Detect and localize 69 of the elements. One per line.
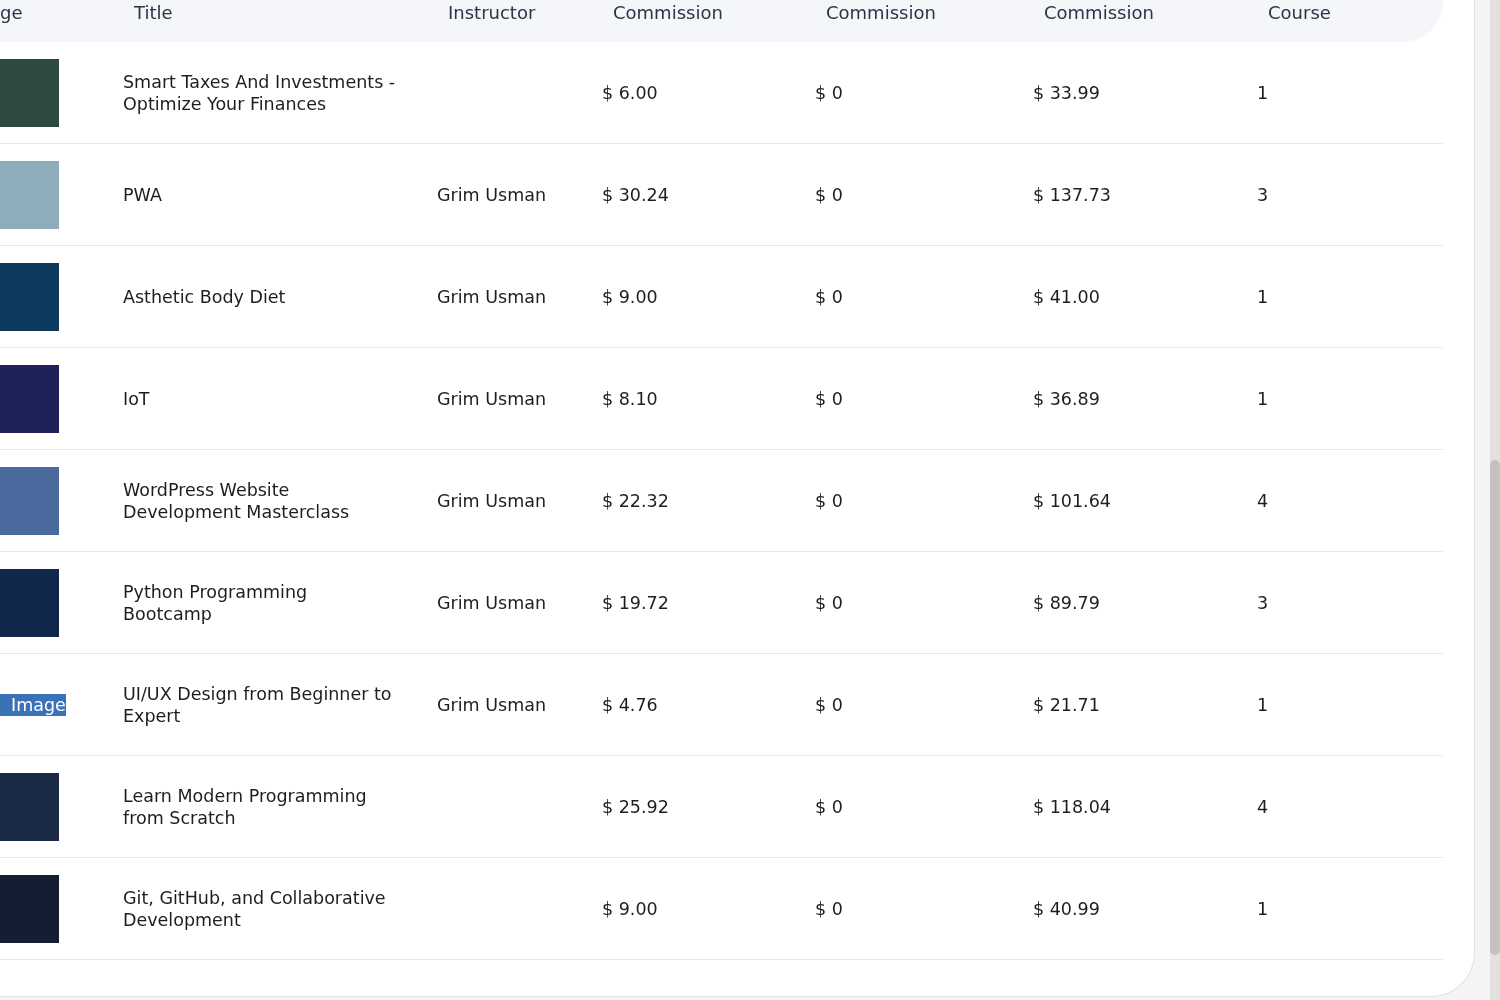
scrollbar-thumb[interactable] bbox=[1490, 460, 1500, 955]
photo-placeholder bbox=[0, 365, 59, 433]
course-title: Asthetic Body Diet bbox=[123, 286, 286, 308]
instructor-name: Grim Usman bbox=[437, 592, 547, 614]
commission-amount: $ 0 bbox=[815, 82, 843, 104]
photo-placeholder bbox=[0, 773, 59, 841]
instructor-name: Grim Usman bbox=[437, 184, 547, 206]
column-header: Title bbox=[134, 2, 173, 23]
instructor-name: Grim Usman bbox=[437, 694, 547, 716]
commission-amount: $ 8.10 bbox=[602, 388, 658, 410]
photo-placeholder bbox=[0, 161, 59, 229]
course-count: 4 bbox=[1257, 490, 1269, 512]
commission-amount: $ 9.00 bbox=[602, 898, 658, 920]
course-count: 1 bbox=[1257, 898, 1269, 920]
commission-amount: $ 21.71 bbox=[1033, 694, 1100, 716]
commission-amount: $ 6.00 bbox=[602, 82, 658, 104]
photo-placeholder bbox=[0, 467, 59, 535]
course-count: 3 bbox=[1257, 184, 1269, 206]
course-title: Python Programming Bootcamp bbox=[123, 581, 309, 625]
commission-amount: $ 118.04 bbox=[1033, 796, 1111, 818]
course-count: 1 bbox=[1257, 694, 1269, 716]
commission-amount: $ 101.64 bbox=[1033, 490, 1111, 512]
commission-amount: $ 137.73 bbox=[1033, 184, 1111, 206]
commission-amount: $ 0 bbox=[815, 796, 843, 818]
commission-amount: $ 22.32 bbox=[602, 490, 669, 512]
commission-amount: $ 4.76 bbox=[602, 694, 658, 716]
course-title: Smart Taxes And Investments - Optimize Your Finances bbox=[123, 71, 397, 115]
photo-placeholder bbox=[0, 59, 59, 127]
column-header: ge bbox=[0, 2, 23, 23]
commission-amount: $ 36.89 bbox=[1033, 388, 1100, 410]
commission-amount: $ 25.92 bbox=[602, 796, 669, 818]
commission-amount: $ 0 bbox=[815, 592, 843, 614]
photo-placeholder bbox=[0, 263, 59, 331]
column-header: Instructor bbox=[448, 2, 536, 23]
course-title: IoT bbox=[123, 388, 150, 410]
course-count: 4 bbox=[1257, 796, 1269, 818]
course-title: Git, GitHub, and Collaborative Development bbox=[123, 887, 387, 931]
commission-amount: $ 89.79 bbox=[1033, 592, 1100, 614]
commission-amount: $ 41.00 bbox=[1033, 286, 1100, 308]
scrollbar-track[interactable] bbox=[1490, 0, 1500, 1000]
commission-amount: $ 30.24 bbox=[602, 184, 669, 206]
course-title: WordPress Website Development Masterclass bbox=[123, 479, 351, 523]
commission-amount: $ 0 bbox=[815, 388, 843, 410]
instructor-name: Grim Usman bbox=[437, 388, 547, 410]
commission-amount: $ 40.99 bbox=[1033, 898, 1100, 920]
column-header: Commission bbox=[613, 2, 723, 23]
column-header: Commission bbox=[826, 2, 936, 23]
course-title: Learn Modern Programming from Scratch bbox=[123, 785, 368, 829]
photo-placeholder bbox=[0, 875, 59, 943]
commission-amount: $ 0 bbox=[815, 898, 843, 920]
instructor-name: Grim Usman bbox=[437, 490, 547, 512]
course-title: UI/UX Design from Beginner to Expert bbox=[123, 683, 393, 727]
image-alt-text: Image bbox=[0, 694, 66, 716]
instructor-name: Grim Usman bbox=[437, 286, 547, 308]
commission-amount: $ 0 bbox=[815, 184, 843, 206]
course-count: 1 bbox=[1257, 82, 1269, 104]
column-header: Commission bbox=[1044, 2, 1154, 23]
commission-amount: $ 19.72 bbox=[602, 592, 669, 614]
commission-amount: $ 0 bbox=[815, 694, 843, 716]
course-title: PWA bbox=[123, 184, 162, 206]
photo-placeholder bbox=[0, 569, 59, 637]
commission-amount: $ 9.00 bbox=[602, 286, 658, 308]
course-count: 3 bbox=[1257, 592, 1269, 614]
column-header: Course bbox=[1268, 2, 1331, 23]
course-count: 1 bbox=[1257, 388, 1269, 410]
course-count: 1 bbox=[1257, 286, 1269, 308]
commission-amount: $ 0 bbox=[815, 490, 843, 512]
commission-amount: $ 33.99 bbox=[1033, 82, 1100, 104]
commission-amount: $ 0 bbox=[815, 286, 843, 308]
